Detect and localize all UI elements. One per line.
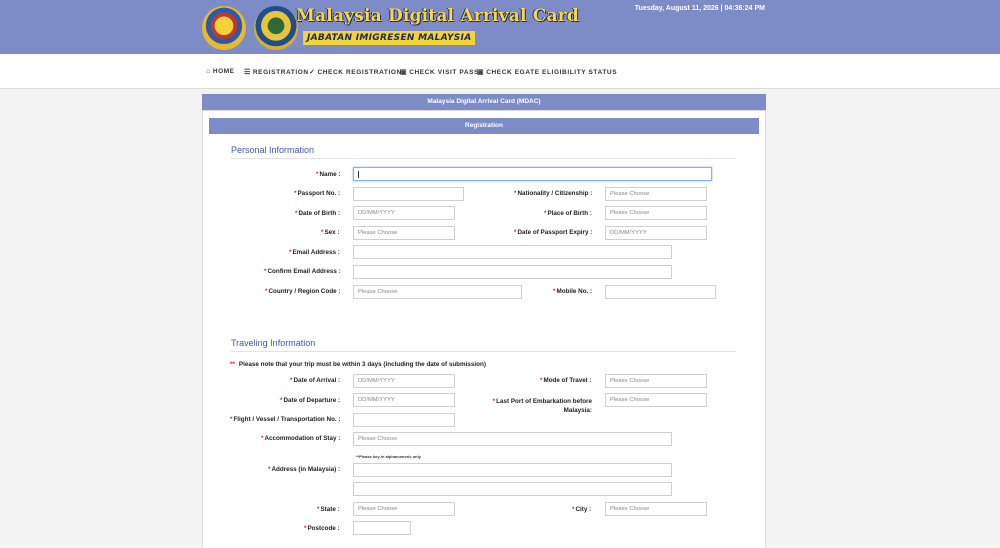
immigration-department-logo <box>254 6 298 50</box>
passport-expiry-input[interactable]: DD/MM/YYYY <box>605 226 707 240</box>
mode-of-travel-label: *Mode of Travel : <box>540 377 592 384</box>
section-divider <box>231 351 736 352</box>
site-header: Malaysia Digital Arrival Card JABATAN IM… <box>0 0 1000 54</box>
name-label: *Name : <box>316 171 341 178</box>
address-label: *Address (in Malaysia) : <box>268 466 341 473</box>
sex-select[interactable]: Please Choose <box>353 226 455 240</box>
list-icon: ☰ <box>244 69 251 76</box>
flight-no-label: *Flight / Vessel / Transportation No. : <box>230 416 341 423</box>
mobile-input[interactable] <box>605 285 716 299</box>
flight-no-input[interactable] <box>353 413 455 427</box>
arrival-date-input[interactable]: DD/MM/YYYY <box>353 374 455 388</box>
personal-info-heading: Personal Information <box>231 145 315 155</box>
state-select[interactable]: Please Choose <box>353 502 455 516</box>
site-title: Malaysia Digital Arrival Card <box>296 6 579 26</box>
mobile-label: *Mobile No. : <box>553 288 593 295</box>
site-subtitle: JABATAN IMIGRESEN MALAYSIA <box>303 31 476 45</box>
dob-label: *Date of Birth : <box>295 210 341 217</box>
nav-registration[interactable]: ☰ REGISTRATION <box>244 68 309 76</box>
postcode-input[interactable] <box>353 521 411 535</box>
place-of-birth-label: *Place of Birth : <box>544 210 592 217</box>
confirm-email-input[interactable] <box>353 265 672 279</box>
passport-no-label: *Passport No. : <box>294 190 341 197</box>
departure-date-input[interactable]: DD/MM/YYYY <box>353 393 455 407</box>
place-of-birth-select[interactable]: Please Choose <box>605 206 707 220</box>
current-datetime: Tuesday, August 11, 2026 | 04:36:24 PM <box>634 5 765 12</box>
city-select[interactable]: Please Choose <box>605 502 707 516</box>
email-label: *Email Address : <box>289 249 340 256</box>
accommodation-label: *Accommodation of Stay : <box>261 435 341 442</box>
traveling-info-heading: Traveling Information <box>231 338 316 348</box>
arrival-date-label: *Date of Arrival : <box>290 377 341 384</box>
accommodation-select[interactable]: Please Choose <box>353 432 672 446</box>
nationality-label: *Nationality / Citizenship : <box>514 190 593 197</box>
passport-no-input[interactable] <box>353 187 464 201</box>
alphanumeric-hint: **Please key-in alphanumeric only <box>356 454 421 459</box>
nav-home[interactable]: ⌂ HOME <box>206 68 235 75</box>
sex-label: *Sex : <box>321 229 340 236</box>
nav-check-egate[interactable]: ▣ CHECK EGATE ELIGIBILITY STATUS <box>477 68 617 76</box>
dob-input[interactable]: DD/MM/YYYY <box>353 206 455 220</box>
nationality-select[interactable]: Please Choose <box>605 187 707 201</box>
address-line1-input[interactable] <box>353 463 672 477</box>
country-code-select[interactable]: Please Choose <box>353 285 522 299</box>
postcode-label: *Postcode : <box>304 525 340 532</box>
main-nav: ⌂ HOME ☰ REGISTRATION ✓ CHECK REGISTRATION … <box>0 54 1000 89</box>
email-input[interactable] <box>353 245 672 259</box>
mode-of-travel-select[interactable]: Please Choose <box>605 374 707 388</box>
confirm-email-label: *Confirm Email Address : <box>264 268 341 275</box>
state-label: *State : <box>317 506 340 513</box>
name-input[interactable] <box>353 167 712 181</box>
trip-window-note: ** Please note that your trip must be wit… <box>230 361 486 368</box>
home-icon: ⌂ <box>206 68 211 75</box>
passport-expiry-label: *Date of Passport Expiry : <box>514 229 593 236</box>
address-line2-input[interactable] <box>353 482 672 496</box>
nav-check-visit-pass[interactable]: ▣ CHECK VISIT PASS <box>400 68 479 76</box>
malaysia-coat-of-arms-logo <box>202 6 246 50</box>
last-port-select[interactable]: Please Choose <box>605 393 707 407</box>
document-icon: ▣ <box>400 69 408 76</box>
country-code-label: *Country / Region Code : <box>265 288 341 295</box>
check-circle-icon: ✓ <box>309 69 316 76</box>
mdac-title-bar: Malaysia Digital Arrival Card (MDAC) <box>202 94 766 110</box>
departure-date-label: *Date of Departure : <box>280 397 341 404</box>
city-label: *City : <box>572 506 592 513</box>
registration-title-bar: Registration <box>209 118 759 134</box>
document-icon: ▣ <box>477 69 485 76</box>
nav-check-registration[interactable]: ✓ CHECK REGISTRATION <box>309 68 402 76</box>
section-divider <box>231 158 736 159</box>
last-port-label: *Last Port of Embarkation before Malaysi… <box>492 398 592 414</box>
